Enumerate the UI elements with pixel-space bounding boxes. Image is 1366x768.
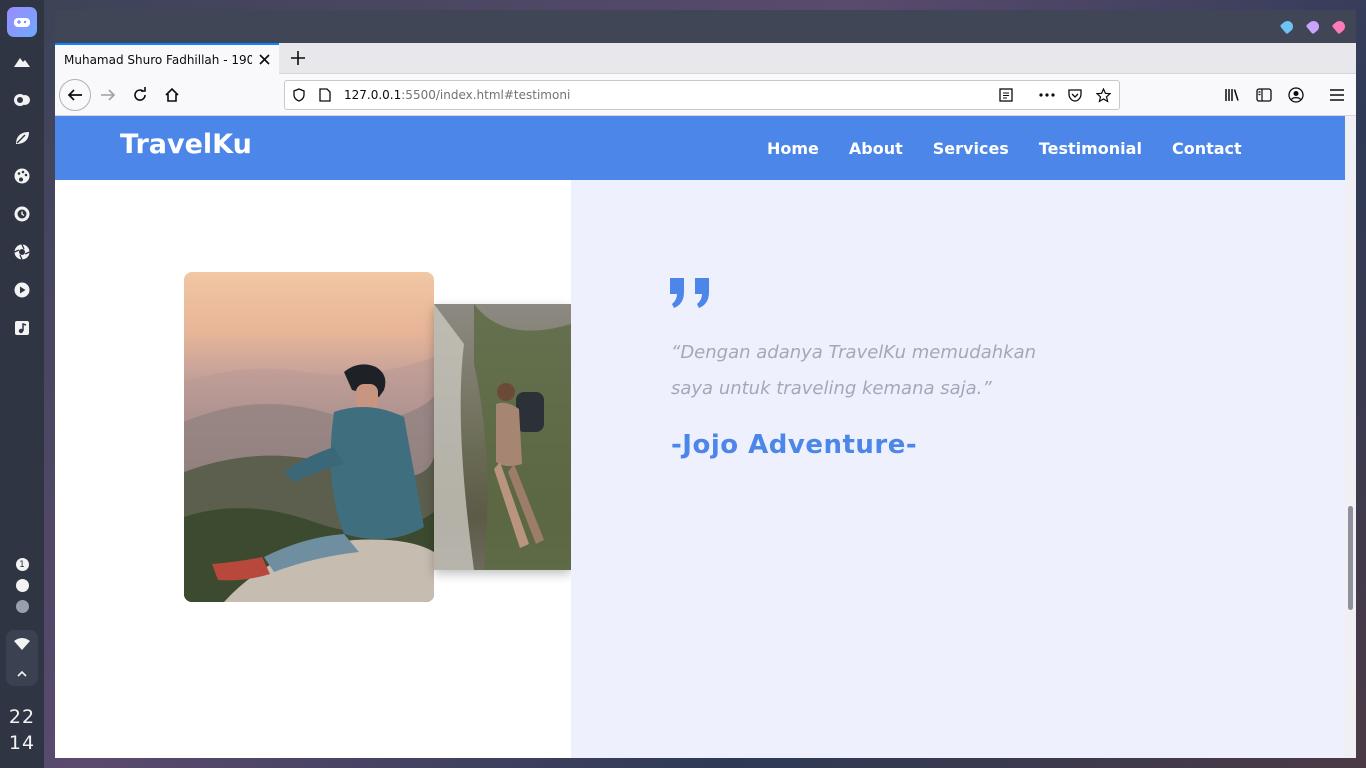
- leaf-icon[interactable]: [9, 125, 35, 151]
- mountain-icon[interactable]: [9, 49, 35, 75]
- toggle-icon[interactable]: [9, 87, 35, 113]
- clock-hour: 22: [8, 706, 36, 728]
- workspace-3[interactable]: [15, 600, 29, 613]
- window-titlebar: [55, 10, 1356, 43]
- system-tray: [6, 630, 38, 686]
- traveler-mountain-photo: [184, 272, 434, 602]
- site-navbar: TravelKu Home About Services Testimonial…: [55, 116, 1345, 180]
- testimonial-image-panel: [55, 180, 571, 758]
- tab-bar: Muhamad Shuro Fadhillah - 19090: [55, 43, 1356, 74]
- chevron-up-icon[interactable]: [16, 663, 28, 682]
- desktop-dock: 1 22 14: [0, 0, 44, 768]
- testimonial-author: -Jojo Adventure-: [671, 430, 918, 460]
- tab-title: Muhamad Shuro Fadhillah - 19090: [64, 52, 252, 67]
- gamepad-app-icon[interactable]: [7, 7, 37, 37]
- testimonial-quote-panel: [571, 180, 1345, 758]
- navigation-toolbar: 127.0.0.1:5500/index.html#testimoni: [55, 74, 1356, 116]
- url-bar[interactable]: 127.0.0.1:5500/index.html#testimoni: [284, 80, 1120, 110]
- bookmark-star-icon[interactable]: [1095, 87, 1111, 103]
- tab-close-icon[interactable]: [257, 52, 271, 66]
- history-icon[interactable]: [9, 201, 35, 227]
- menu-contact[interactable]: Contact: [1172, 139, 1242, 158]
- scrollbar-thumb[interactable]: [1348, 506, 1353, 610]
- menu-about[interactable]: About: [849, 139, 903, 158]
- home-button[interactable]: [157, 80, 187, 110]
- browser-tab[interactable]: Muhamad Shuro Fadhillah - 19090: [55, 43, 279, 74]
- more-actions-icon[interactable]: [1039, 87, 1055, 103]
- site-menu: Home About Services Testimonial Contact: [767, 116, 1272, 180]
- window-close-button[interactable]: [1331, 18, 1348, 35]
- workspace-1[interactable]: 1: [15, 558, 29, 571]
- hamburger-menu-icon[interactable]: [1328, 86, 1346, 104]
- play-icon[interactable]: [9, 277, 35, 303]
- forward-button[interactable]: [93, 80, 123, 110]
- pocket-icon[interactable]: [1067, 87, 1083, 103]
- back-button[interactable]: [59, 79, 91, 111]
- url-path: :5500/index.html#testimoni: [401, 88, 571, 102]
- site-brand[interactable]: TravelKu: [120, 129, 252, 160]
- menu-testimonial[interactable]: Testimonial: [1039, 139, 1142, 158]
- palette-icon[interactable]: [9, 163, 35, 189]
- menu-services[interactable]: Services: [933, 139, 1009, 158]
- aperture-icon[interactable]: [9, 239, 35, 265]
- window-minimize-button[interactable]: [1279, 18, 1296, 35]
- new-tab-button[interactable]: [288, 48, 308, 68]
- page-viewport: TravelKu Home About Services Testimonial…: [55, 116, 1345, 758]
- waterfall-hiker-photo: [434, 304, 571, 570]
- page-scrollbar[interactable]: [1345, 116, 1356, 758]
- music-library-icon[interactable]: [9, 315, 35, 341]
- testimonial-quote: “Dengan adanya TravelKu memudahkan saya …: [671, 342, 1037, 399]
- page-info-icon[interactable]: [317, 87, 333, 103]
- workspace-2[interactable]: [15, 579, 29, 592]
- desktop-clock: 22 14: [0, 704, 44, 756]
- menu-home[interactable]: Home: [767, 139, 819, 158]
- wifi-icon[interactable]: [14, 635, 30, 654]
- clock-minute: 14: [8, 732, 36, 754]
- workspace-indicator: 1: [0, 558, 44, 613]
- url-text: 127.0.0.1:5500/index.html#testimoni: [344, 88, 570, 102]
- library-icon[interactable]: [1223, 86, 1241, 104]
- quote-mark-icon: [670, 278, 709, 308]
- reload-button[interactable]: [125, 80, 155, 110]
- browser-window: Muhamad Shuro Fadhillah - 19090 127.0.0.…: [55, 10, 1356, 758]
- tracking-shield-icon[interactable]: [291, 87, 307, 103]
- sidebar-toggle-icon[interactable]: [1255, 86, 1273, 104]
- url-host: 127.0.0.1: [344, 88, 402, 102]
- account-icon[interactable]: [1287, 86, 1305, 104]
- reader-view-icon[interactable]: [998, 87, 1014, 103]
- window-maximize-button[interactable]: [1305, 18, 1322, 35]
